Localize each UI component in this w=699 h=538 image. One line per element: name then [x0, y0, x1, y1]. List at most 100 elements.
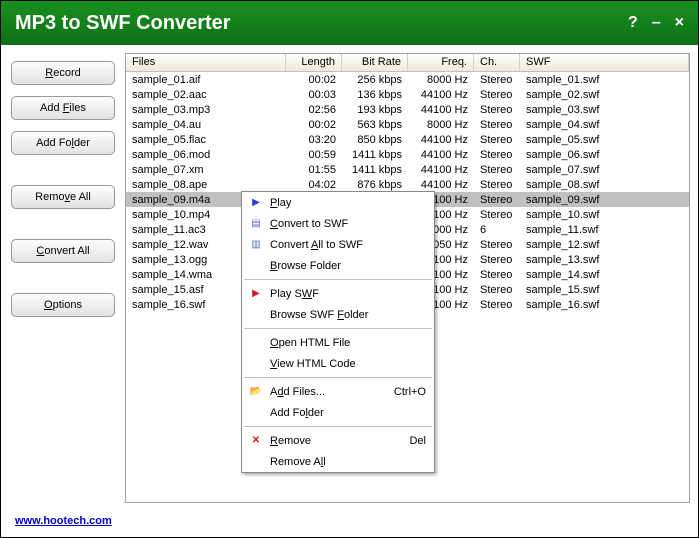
- cell-ch: Stereo: [474, 194, 520, 206]
- website-link[interactable]: www.hootech.com: [15, 515, 112, 527]
- cell-bitrate: 256 kbps: [342, 74, 408, 86]
- cell-bitrate: 193 kbps: [342, 104, 408, 116]
- titlebar: MP3 to SWF Converter ? – ×: [1, 1, 698, 45]
- context-menu: ▶ Play ▤ Convert to SWF ▥ Convert All to…: [241, 191, 435, 473]
- cell-ch: Stereo: [474, 134, 520, 146]
- cell-files: sample_05.flac: [126, 134, 286, 146]
- cell-freq: 44100 Hz: [408, 104, 474, 116]
- cell-swf: sample_03.swf: [520, 104, 689, 116]
- cell-files: sample_07.xm: [126, 164, 286, 176]
- header-swf[interactable]: SWF: [520, 54, 689, 71]
- menu-separator: [244, 426, 432, 427]
- menu-browse-swf[interactable]: Browse SWF Folder: [242, 304, 434, 325]
- cell-ch: Stereo: [474, 89, 520, 101]
- cell-swf: sample_11.swf: [520, 224, 689, 236]
- blank-icon: [246, 335, 266, 351]
- cell-files: sample_01.aif: [126, 74, 286, 86]
- cell-freq: 8000 Hz: [408, 119, 474, 131]
- cell-bitrate: 563 kbps: [342, 119, 408, 131]
- table-row[interactable]: sample_01.aif00:02256 kbps8000 HzStereos…: [126, 72, 689, 87]
- cell-freq: 8000 Hz: [408, 74, 474, 86]
- table-row[interactable]: sample_05.flac03:20850 kbps44100 HzStere…: [126, 132, 689, 147]
- convert-all-button[interactable]: Convert All: [11, 239, 115, 263]
- header-freq[interactable]: Freq.: [408, 54, 474, 71]
- cell-swf: sample_13.swf: [520, 254, 689, 266]
- cell-files: sample_08.ape: [126, 179, 286, 191]
- table-row[interactable]: sample_02.aac00:03136 kbps44100 HzStereo…: [126, 87, 689, 102]
- cell-length: 00:59: [286, 149, 342, 161]
- cell-swf: sample_06.swf: [520, 149, 689, 161]
- documents-icon: ▥: [246, 237, 266, 253]
- table-row[interactable]: sample_03.mp302:56193 kbps44100 HzStereo…: [126, 102, 689, 117]
- cell-bitrate: 136 kbps: [342, 89, 408, 101]
- table-row[interactable]: sample_06.mod00:591411 kbps44100 HzStere…: [126, 147, 689, 162]
- remove-all-button[interactable]: Remove All: [11, 185, 115, 209]
- blank-icon: [246, 307, 266, 323]
- cell-freq: 44100 Hz: [408, 164, 474, 176]
- blank-icon: [246, 258, 266, 274]
- add-folder-button[interactable]: Add Folder: [11, 131, 115, 155]
- cell-ch: Stereo: [474, 74, 520, 86]
- menu-add-folder[interactable]: Add Folder: [242, 402, 434, 423]
- cell-swf: sample_15.swf: [520, 284, 689, 296]
- cell-swf: sample_16.swf: [520, 299, 689, 311]
- cell-freq: 44100 Hz: [408, 149, 474, 161]
- cell-ch: Stereo: [474, 209, 520, 221]
- cell-ch: 6: [474, 224, 520, 236]
- cell-swf: sample_04.swf: [520, 119, 689, 131]
- header-length[interactable]: Length: [286, 54, 342, 71]
- cell-swf: sample_02.swf: [520, 89, 689, 101]
- cell-swf: sample_10.swf: [520, 209, 689, 221]
- header-files[interactable]: Files: [126, 54, 286, 71]
- cell-ch: Stereo: [474, 104, 520, 116]
- cell-bitrate: 850 kbps: [342, 134, 408, 146]
- cell-swf: sample_08.swf: [520, 179, 689, 191]
- cell-ch: Stereo: [474, 149, 520, 161]
- table-row[interactable]: sample_08.ape04:02876 kbps44100 HzStereo…: [126, 177, 689, 192]
- document-icon: ▤: [246, 216, 266, 232]
- cell-ch: Stereo: [474, 254, 520, 266]
- menu-separator: [244, 279, 432, 280]
- add-files-button[interactable]: Add Files: [11, 96, 115, 120]
- cell-swf: sample_12.swf: [520, 239, 689, 251]
- menu-remove[interactable]: ✕ Remove Del: [242, 430, 434, 451]
- cell-ch: Stereo: [474, 299, 520, 311]
- cell-length: 01:55: [286, 164, 342, 176]
- table-row[interactable]: sample_07.xm01:551411 kbps44100 HzStereo…: [126, 162, 689, 177]
- menu-convert-all[interactable]: ▥ Convert All to SWF: [242, 234, 434, 255]
- cell-swf: sample_09.swf: [520, 194, 689, 206]
- cell-ch: Stereo: [474, 284, 520, 296]
- cell-length: 00:03: [286, 89, 342, 101]
- header-bitrate[interactable]: Bit Rate: [342, 54, 408, 71]
- cell-files: sample_02.aac: [126, 89, 286, 101]
- help-button[interactable]: ?: [628, 14, 638, 32]
- menu-browse-folder[interactable]: Browse Folder: [242, 255, 434, 276]
- cell-freq: 44100 Hz: [408, 89, 474, 101]
- column-headers[interactable]: Files Length Bit Rate Freq. Ch. SWF: [126, 54, 689, 72]
- menu-play-swf[interactable]: ▶ Play SWF: [242, 283, 434, 304]
- table-row[interactable]: sample_04.au00:02563 kbps8000 HzStereosa…: [126, 117, 689, 132]
- cell-files: sample_04.au: [126, 119, 286, 131]
- menu-separator: [244, 377, 432, 378]
- cell-swf: sample_05.swf: [520, 134, 689, 146]
- remove-icon: ✕: [246, 433, 266, 449]
- cell-swf: sample_01.swf: [520, 74, 689, 86]
- folder-open-icon: 📂: [246, 384, 266, 400]
- menu-play[interactable]: ▶ Play: [242, 192, 434, 213]
- header-ch[interactable]: Ch.: [474, 54, 520, 71]
- menu-convert[interactable]: ▤ Convert to SWF: [242, 213, 434, 234]
- minimize-button[interactable]: –: [652, 14, 661, 32]
- cell-files: sample_06.mod: [126, 149, 286, 161]
- menu-add-files[interactable]: 📂 Add Files... Ctrl+O: [242, 381, 434, 402]
- options-button[interactable]: Options: [11, 293, 115, 317]
- cell-freq: 44100 Hz: [408, 134, 474, 146]
- menu-remove-all[interactable]: Remove All: [242, 451, 434, 472]
- close-button[interactable]: ×: [675, 14, 684, 32]
- menu-view-html[interactable]: View HTML Code: [242, 353, 434, 374]
- cell-freq: 44100 Hz: [408, 179, 474, 191]
- cell-ch: Stereo: [474, 119, 520, 131]
- cell-length: 03:20: [286, 134, 342, 146]
- menu-open-html[interactable]: Open HTML File: [242, 332, 434, 353]
- record-button[interactable]: Record: [11, 61, 115, 85]
- cell-ch: Stereo: [474, 239, 520, 251]
